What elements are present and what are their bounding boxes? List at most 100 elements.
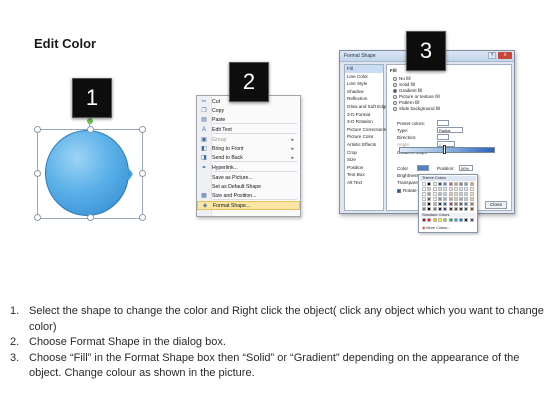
theme-color-swatch[interactable] [453,202,458,206]
theme-color-swatch[interactable] [464,192,469,196]
resize-handle-e[interactable] [139,170,146,177]
resize-handle-s[interactable] [87,214,94,221]
color-picker-button[interactable] [417,165,429,171]
theme-color-swatch[interactable] [427,197,432,201]
theme-color-swatch[interactable] [437,187,442,191]
menu-item-10[interactable]: ▦ Size and Position... [197,191,300,200]
menu-item-5[interactable]: ◧ Bring to Front ▸ [197,144,300,153]
theme-color-swatch[interactable] [464,187,469,191]
blue-circle-shape[interactable] [45,130,129,216]
fill-option-radio[interactable]: Solid fill [393,82,415,87]
theme-color-swatch[interactable] [459,202,464,206]
theme-color-swatch[interactable] [464,207,469,211]
standard-color-swatch[interactable] [432,218,437,222]
theme-color-swatch[interactable] [427,207,432,211]
theme-color-swatch[interactable] [443,197,448,201]
category-item[interactable]: Text Box [345,171,383,179]
theme-color-swatch[interactable] [459,187,464,191]
menu-item-1[interactable]: ❐ Copy [197,106,300,115]
theme-color-swatch[interactable] [422,207,426,211]
close-icon[interactable]: x [498,52,512,59]
resize-handle-sw[interactable] [34,214,41,221]
theme-color-swatch[interactable] [437,197,442,201]
theme-color-swatch[interactable] [464,197,469,201]
theme-color-swatch[interactable] [432,197,437,201]
menu-item-6[interactable]: ◨ Send to Back ▸ [197,153,300,162]
theme-color-swatch[interactable] [453,207,458,211]
theme-color-swatch[interactable] [437,192,442,196]
theme-color-swatch[interactable] [448,202,453,206]
menu-item-8[interactable]: Save as Picture... [197,173,300,182]
gradient-stops-bar[interactable] [399,147,495,153]
category-item[interactable]: 3-D Format [345,111,383,119]
category-item[interactable]: Picture Color [345,133,383,141]
theme-color-swatch[interactable] [432,192,437,196]
theme-color-swatch[interactable] [422,187,426,191]
theme-color-swatch[interactable] [469,197,474,201]
fill-option-radio[interactable]: Pattern fill [393,100,419,105]
direction-dropdown[interactable] [437,134,449,140]
theme-color-swatch[interactable] [464,202,469,206]
resize-handle-ne[interactable] [139,126,146,133]
fill-option-radio[interactable]: Slide background fill [393,106,440,111]
theme-color-swatch[interactable] [443,192,448,196]
menu-item-9[interactable]: Set as Default Shape [197,182,300,191]
theme-color-swatch[interactable] [453,182,458,186]
menu-item-3[interactable]: A Edit Text [197,125,300,134]
theme-color-swatch[interactable] [469,187,474,191]
theme-color-swatch[interactable] [437,182,442,186]
theme-color-swatch[interactable] [469,202,474,206]
theme-color-swatch[interactable] [427,187,432,191]
rotation-handle[interactable] [87,118,93,124]
theme-color-swatch[interactable] [432,182,437,186]
theme-color-swatch[interactable] [448,207,453,211]
type-select[interactable]: Radial [437,127,463,133]
theme-color-swatch[interactable] [453,192,458,196]
theme-color-swatch[interactable] [448,197,453,201]
fill-option-radio[interactable]: Picture or texture fill [393,94,440,99]
category-item[interactable]: Size [345,156,383,164]
category-item[interactable]: Artistic Effects [345,141,383,149]
help-button[interactable]: ? [488,52,496,59]
category-item[interactable]: Line Style [345,80,383,88]
theme-color-swatch[interactable] [459,197,464,201]
category-item[interactable]: Crop [345,149,383,157]
theme-color-swatch[interactable] [422,192,426,196]
preset-colors-dropdown[interactable] [437,120,449,126]
theme-color-swatch[interactable] [443,202,448,206]
fill-option-radio[interactable]: Gradient fill [393,88,422,93]
theme-color-swatch[interactable] [427,192,432,196]
theme-color-swatch[interactable] [448,182,453,186]
category-item[interactable]: Glow and Soft Edges [345,103,390,111]
theme-color-swatch[interactable] [427,182,432,186]
theme-color-swatch[interactable] [437,202,442,206]
resize-handle-w[interactable] [34,170,41,177]
resize-handle-nw[interactable] [34,126,41,133]
category-item[interactable]: 3-D Rotation [345,118,383,126]
standard-color-swatch[interactable] [422,218,426,222]
category-item[interactable]: Line Color [345,73,383,81]
theme-color-swatch[interactable] [469,192,474,196]
standard-color-swatch[interactable] [448,218,453,222]
theme-color-swatch[interactable] [437,207,442,211]
theme-color-swatch[interactable] [448,187,453,191]
close-button[interactable]: Close [485,201,507,209]
theme-color-swatch[interactable] [443,187,448,191]
theme-color-swatch[interactable] [464,182,469,186]
standard-color-swatch[interactable] [443,218,448,222]
standard-color-swatch[interactable] [437,218,442,222]
theme-color-swatch[interactable] [432,207,437,211]
category-item[interactable]: Shadow [345,88,383,96]
category-item[interactable]: Reflection [345,95,383,103]
menu-item-4[interactable]: ▣ Group ▸ [197,135,300,144]
theme-color-swatch[interactable] [453,187,458,191]
category-item[interactable]: Fill [345,65,383,73]
theme-color-swatch[interactable] [443,207,448,211]
standard-color-swatch[interactable] [469,218,474,222]
theme-color-swatch[interactable] [469,182,474,186]
position-field[interactable]: 50% [459,165,473,171]
theme-color-swatch[interactable] [459,182,464,186]
theme-color-swatch[interactable] [469,207,474,211]
theme-color-swatch[interactable] [422,202,426,206]
theme-color-swatch[interactable] [422,197,426,201]
